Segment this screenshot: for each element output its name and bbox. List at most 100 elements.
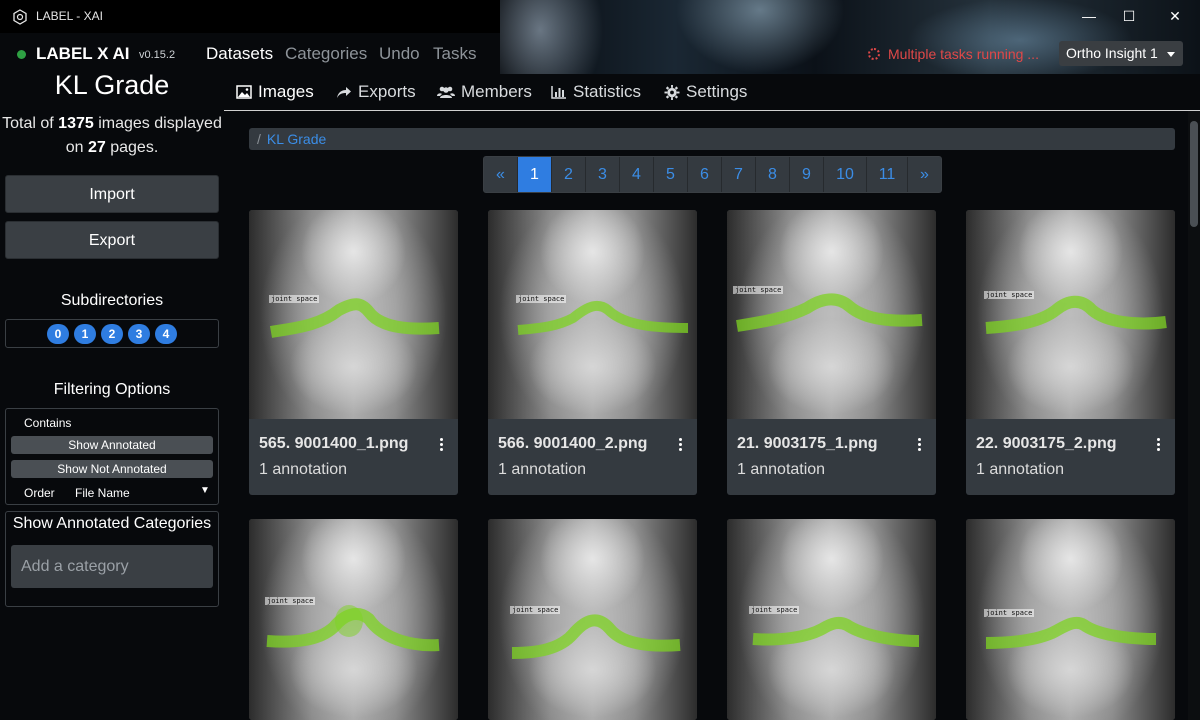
category-input[interactable] <box>11 545 213 588</box>
breadcrumb-item[interactable]: KL Grade <box>267 131 326 147</box>
page-8[interactable]: 8 <box>756 157 790 192</box>
app-version: v0.15.2 <box>139 49 176 61</box>
page-1[interactable]: 1 <box>518 157 552 192</box>
project-dropdown-value: Ortho Insight 1 <box>1066 45 1158 61</box>
annotation-overlay <box>752 616 920 647</box>
image-annotation-count: 1 annotation <box>498 461 587 478</box>
summary-text: Total of <box>2 115 59 132</box>
page-4[interactable]: 4 <box>620 157 654 192</box>
total-pages-count: 27 <box>87 139 106 156</box>
image-count-summary: Total of 1375 images displayed on 27 pag… <box>0 112 224 160</box>
app-logo-icon <box>13 9 27 25</box>
image-thumbnail[interactable]: joint space <box>727 519 936 720</box>
image-card-footer: 566. 9001400_2.png 1 annotation <box>488 419 697 495</box>
summary-text: images displayed <box>93 115 222 132</box>
tab-exports[interactable]: Exports <box>336 82 416 102</box>
pagination: « 1 2 3 4 5 6 7 8 9 10 11 » <box>483 156 942 193</box>
more-options-icon[interactable] <box>679 438 683 452</box>
annotation-overlay <box>266 605 440 652</box>
page-next[interactable]: » <box>908 157 941 192</box>
breadcrumb-separator: / <box>257 131 261 147</box>
image-card[interactable]: joint space 21. 9003175_1.png 1 annotati… <box>727 210 936 495</box>
page-3[interactable]: 3 <box>586 157 620 192</box>
tab-statistics[interactable]: Statistics <box>551 82 641 102</box>
dataset-title: KL Grade <box>54 70 170 100</box>
tab-images[interactable]: Images <box>236 82 314 102</box>
import-button[interactable]: Import <box>5 175 219 213</box>
image-card-footer: 21. 9003175_1.png 1 annotation <box>727 419 936 495</box>
page-6[interactable]: 6 <box>688 157 722 192</box>
nav-datasets[interactable]: Datasets <box>206 44 273 64</box>
tab-settings[interactable]: Settings <box>664 82 747 102</box>
image-card[interactable]: joint space 566. 9001400_2.png 1 annotat… <box>488 210 697 495</box>
page-2[interactable]: 2 <box>552 157 586 192</box>
image-card-footer: 565. 9001400_1.png 1 annotation <box>249 419 458 495</box>
image-filename: 21. 9003175_1.png <box>737 435 878 452</box>
annotated-categories-heading: Show Annotated Categories <box>12 515 212 532</box>
image-thumbnail[interactable]: joint space <box>488 210 697 419</box>
main-scrollbar[interactable] <box>1188 111 1200 720</box>
annotation-overlay <box>985 295 1167 334</box>
subdirectory-4[interactable]: 4 <box>155 323 177 344</box>
image-filename: 22. 9003175_2.png <box>976 435 1117 452</box>
image-thumbnail[interactable]: joint space <box>488 519 697 720</box>
caret-down-icon[interactable]: ▼ <box>200 485 210 496</box>
export-button[interactable]: Export <box>5 221 219 259</box>
image-card[interactable]: joint space <box>966 519 1175 720</box>
tab-label: Images <box>258 82 314 101</box>
total-images-count: 1375 <box>58 115 94 132</box>
image-thumbnail[interactable]: joint space <box>249 210 458 419</box>
image-thumbnail[interactable]: joint space <box>966 519 1175 720</box>
scrollbar-thumb[interactable] <box>1190 121 1198 227</box>
minimize-button[interactable]: — <box>1077 6 1101 26</box>
image-thumbnail[interactable]: joint space <box>966 210 1175 419</box>
contains-label: Contains <box>24 416 72 430</box>
project-dropdown[interactable]: Ortho Insight 1 <box>1059 41 1183 66</box>
tasks-running-label: Multiple tasks running ... <box>888 46 1039 62</box>
image-card[interactable]: joint space 565. 9001400_1.png 1 annotat… <box>249 210 458 495</box>
nav-undo[interactable]: Undo <box>379 44 420 64</box>
app-brand[interactable]: LABEL X AI <box>36 44 130 64</box>
subdirectory-2[interactable]: 2 <box>101 323 123 344</box>
gear-icon <box>664 84 680 100</box>
tasks-running-status[interactable]: Multiple tasks running ... <box>868 46 1039 62</box>
close-button[interactable]: ✕ <box>1163 6 1187 26</box>
breadcrumb: / KL Grade <box>249 128 1175 150</box>
summary-text: on <box>65 139 88 156</box>
image-card[interactable]: joint space <box>488 519 697 720</box>
nav-categories[interactable]: Categories <box>285 44 367 64</box>
more-options-icon[interactable] <box>440 438 444 452</box>
more-options-icon[interactable] <box>1157 438 1161 452</box>
page-10[interactable]: 10 <box>824 157 867 192</box>
page-9[interactable]: 9 <box>790 157 824 192</box>
page-7[interactable]: 7 <box>722 157 756 192</box>
image-thumbnail[interactable]: joint space <box>249 519 458 720</box>
subdirectory-1[interactable]: 1 <box>74 323 96 344</box>
image-card[interactable]: joint space 22. 9003175_2.png 1 annotati… <box>966 210 1175 495</box>
page-prev[interactable]: « <box>484 157 518 192</box>
annotation-overlay <box>736 293 923 332</box>
more-options-icon[interactable] <box>918 438 922 452</box>
maximize-button[interactable]: ☐ <box>1117 6 1141 26</box>
users-icon <box>437 86 455 98</box>
image-card[interactable]: joint space <box>249 519 458 720</box>
image-annotation-count: 1 annotation <box>976 461 1065 478</box>
subdirectories-heading: Subdirectories <box>60 292 164 309</box>
subdirectories-list: 0 1 2 3 4 <box>5 319 219 348</box>
filtering-options-heading: Filtering Options <box>53 381 171 398</box>
image-thumbnail[interactable]: joint space <box>727 210 936 419</box>
subdirectory-3[interactable]: 3 <box>128 323 150 344</box>
page-5[interactable]: 5 <box>654 157 688 192</box>
tab-members[interactable]: Members <box>437 82 532 102</box>
show-annotated-button[interactable]: Show Annotated <box>11 436 213 454</box>
nav-tasks[interactable]: Tasks <box>433 44 476 64</box>
image-card[interactable]: joint space <box>727 519 936 720</box>
page-11[interactable]: 11 <box>867 157 908 192</box>
show-not-annotated-button[interactable]: Show Not Annotated <box>11 460 213 478</box>
subdirectory-0[interactable]: 0 <box>47 323 69 344</box>
annotated-categories-panel: Show Annotated Categories <box>5 511 219 607</box>
tab-label: Settings <box>686 82 748 101</box>
order-select[interactable]: File Name <box>75 486 130 500</box>
share-icon <box>337 87 351 98</box>
annotation-overlay <box>985 616 1157 649</box>
